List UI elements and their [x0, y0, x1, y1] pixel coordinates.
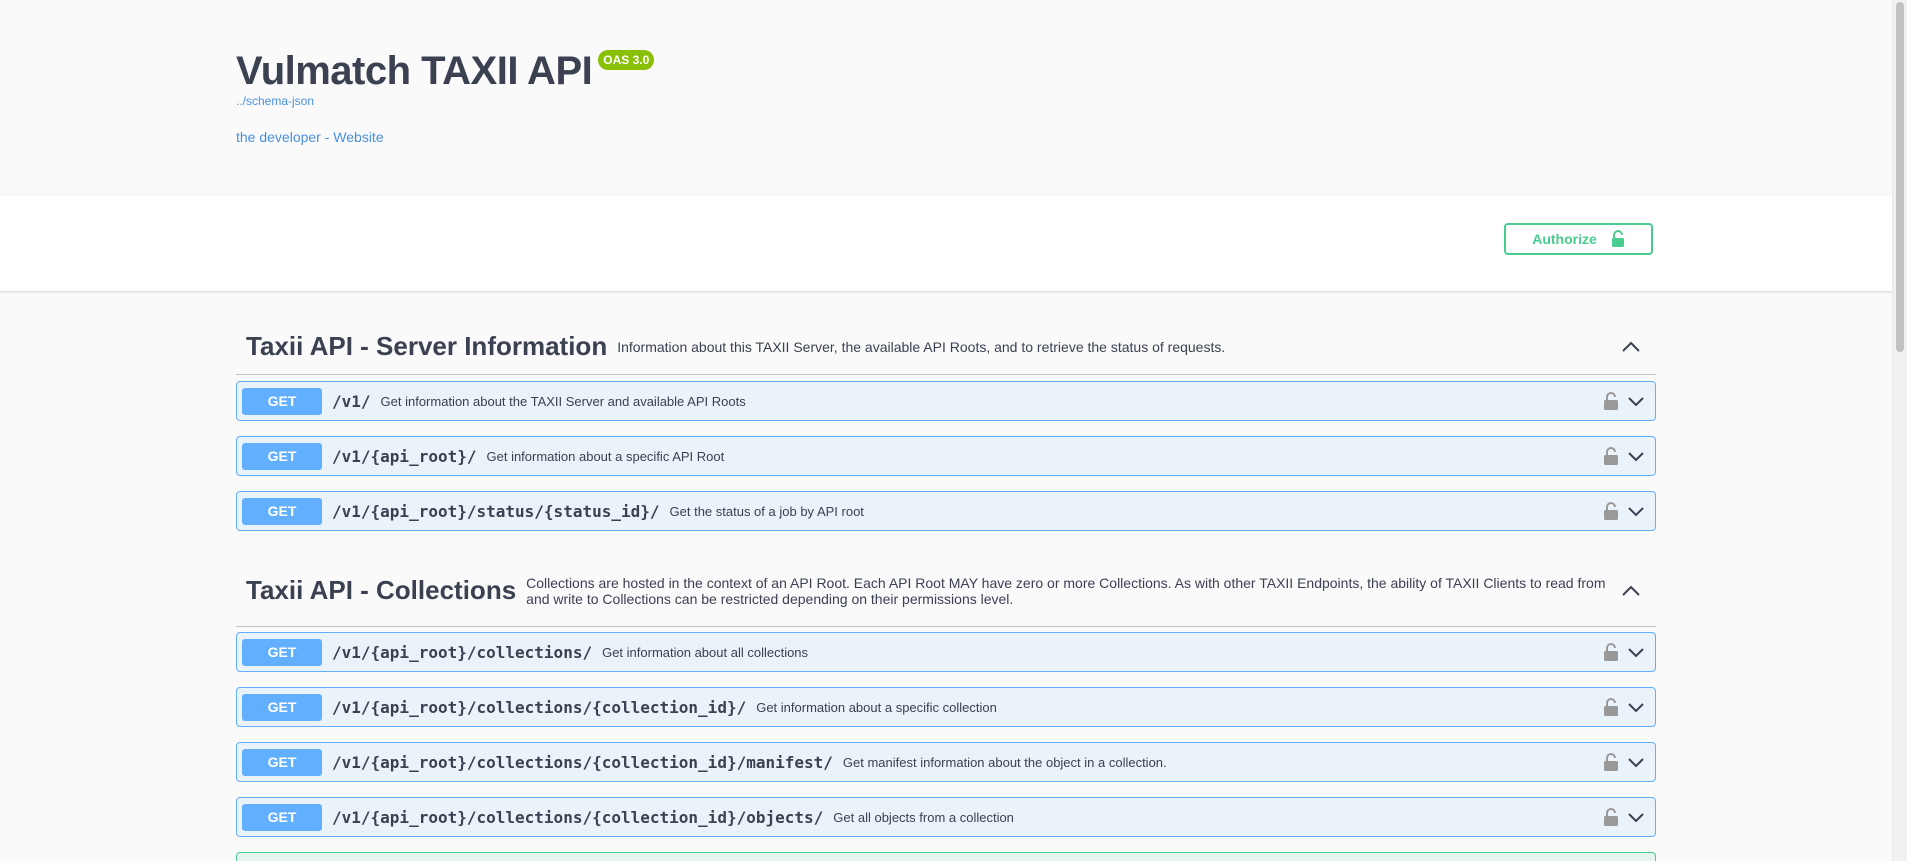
lock-icon[interactable]	[1603, 391, 1619, 411]
operation-summary: Get information about a specific API Roo…	[486, 448, 725, 464]
operation-summary: Get information about a specific collect…	[756, 699, 997, 715]
page-title: Vulmatch TAXII API	[236, 49, 593, 93]
operation-summary: Get manifest information about the objec…	[842, 754, 1167, 770]
operation-get-collection[interactable]: GET /v1/{api_root}/collections/{collecti…	[236, 687, 1656, 727]
authorize-label: Authorize	[1532, 231, 1597, 247]
operation-summary: Get information about all collections	[602, 644, 809, 660]
operation-get-api-root[interactable]: GET /v1/{api_root}/ Get information abou…	[236, 436, 1656, 476]
operation-path: /v1/{api_root}/collections/	[332, 642, 593, 662]
operation-get-objects[interactable]: GET /v1/{api_root}/collections/{collecti…	[236, 797, 1656, 837]
title-row: Vulmatch TAXII API OAS 3.0	[236, 48, 655, 94]
chevron-down-icon[interactable]	[1627, 756, 1645, 768]
lock-icon[interactable]	[1603, 807, 1619, 827]
tag-section-collections: Taxii API - Collections Collections are …	[236, 555, 1656, 627]
operation-icons	[1603, 697, 1645, 717]
method-badge: GET	[242, 442, 322, 470]
operation-path: /v1/{api_root}/	[332, 446, 477, 466]
chevron-up-icon[interactable]	[1616, 341, 1646, 353]
operation-get-collections[interactable]: GET /v1/{api_root}/collections/ Get info…	[236, 632, 1656, 672]
method-badge: GET	[242, 638, 322, 666]
method-badge: GET	[242, 748, 322, 776]
operation-summary: Get all objects from a collection	[833, 809, 1014, 825]
unlock-icon	[1611, 230, 1624, 247]
api-info: Vulmatch TAXII API OAS 3.0 ../schema-jso…	[0, 0, 1893, 196]
operation-path: /v1/{api_root}/status/{status_id}/	[332, 501, 660, 521]
vertical-scrollbar[interactable]	[1892, 0, 1907, 861]
scheme-container: Authorize	[0, 196, 1893, 291]
operation-summary: Get information about the TAXII Server a…	[380, 393, 746, 409]
lock-icon[interactable]	[1603, 752, 1619, 772]
operation-icons	[1603, 807, 1645, 827]
operation-get-manifest[interactable]: GET /v1/{api_root}/collections/{collecti…	[236, 742, 1656, 782]
lock-icon[interactable]	[1603, 697, 1619, 717]
chevron-up-icon[interactable]	[1616, 585, 1646, 597]
oas-version-badge: OAS 3.0	[598, 50, 655, 70]
chevron-down-icon[interactable]	[1627, 811, 1645, 823]
tag-section-server-information: Taxii API - Server Information Informati…	[236, 319, 1656, 375]
operation-partial-post[interactable]	[236, 852, 1656, 861]
scrollbar-thumb[interactable]	[1896, 2, 1904, 352]
lock-icon[interactable]	[1603, 642, 1619, 662]
tag-header-collections[interactable]: Taxii API - Collections Collections are …	[236, 555, 1656, 627]
method-badge: GET	[242, 387, 322, 415]
tag-header-server-information[interactable]: Taxii API - Server Information Informati…	[236, 319, 1656, 375]
lock-icon[interactable]	[1603, 501, 1619, 521]
operation-icons	[1603, 446, 1645, 466]
operation-path: /v1/{api_root}/collections/{collection_i…	[332, 807, 824, 827]
chevron-down-icon[interactable]	[1627, 701, 1645, 713]
operation-icons	[1603, 642, 1645, 662]
method-badge: GET	[242, 693, 322, 721]
schema-json-link[interactable]: ../schema-json	[236, 94, 314, 108]
operation-get-status[interactable]: GET /v1/{api_root}/status/{status_id}/ G…	[236, 491, 1656, 531]
operation-get-v1[interactable]: GET /v1/ Get information about the TAXII…	[236, 381, 1656, 421]
tag-name: Taxii API - Collections	[246, 575, 517, 605]
lock-icon[interactable]	[1603, 446, 1619, 466]
chevron-down-icon[interactable]	[1627, 450, 1645, 462]
operation-icons	[1603, 391, 1645, 411]
tag-description: Collections are hosted in the context of…	[526, 574, 1606, 607]
method-badge: GET	[242, 497, 322, 525]
operation-icons	[1603, 752, 1645, 772]
authorize-button[interactable]: Authorize	[1504, 223, 1653, 255]
operation-path: /v1/{api_root}/collections/{collection_i…	[332, 697, 747, 717]
chevron-down-icon[interactable]	[1627, 646, 1645, 658]
method-badge: GET	[242, 803, 322, 831]
operation-path: /v1/	[332, 391, 371, 411]
developer-website-link[interactable]: the developer - Website	[236, 129, 384, 145]
operation-icons	[1603, 501, 1645, 521]
tag-description: Information about this TAXII Server, the…	[617, 338, 1226, 355]
operation-summary: Get the status of a job by API root	[669, 503, 864, 519]
operation-path: /v1/{api_root}/collections/{collection_i…	[332, 752, 833, 772]
tag-name: Taxii API - Server Information	[246, 331, 608, 361]
chevron-down-icon[interactable]	[1627, 395, 1645, 407]
chevron-down-icon[interactable]	[1627, 505, 1645, 517]
page-content: Vulmatch TAXII API OAS 3.0 ../schema-jso…	[0, 0, 1893, 861]
